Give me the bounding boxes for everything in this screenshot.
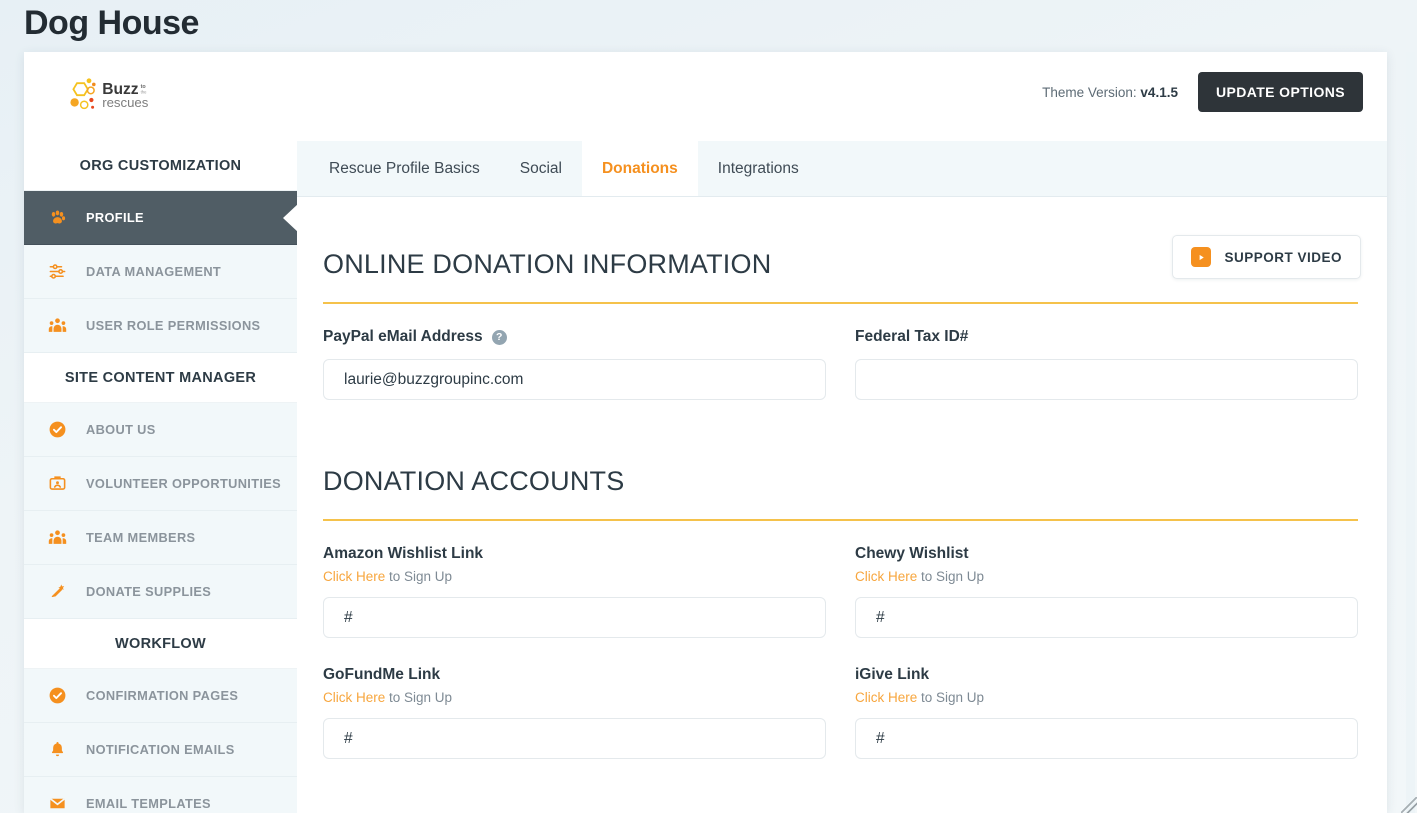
- sidebar-heading-site-content-manager: SITE CONTENT MANAGER: [24, 353, 297, 403]
- main-area: Rescue Profile Basics Social Donations I…: [297, 141, 1387, 813]
- sidebar-item-label: DATA MANAGEMENT: [86, 264, 222, 279]
- sidebar-heading-org-customization: ORG CUSTOMIZATION: [24, 141, 297, 191]
- page-scrollbar[interactable]: [1406, 52, 1415, 813]
- theme-version-label: Theme Version:: [1042, 84, 1137, 100]
- amazon-wishlist-label: Amazon Wishlist Link: [323, 545, 484, 562]
- sidebar-item-user-role-permissions[interactable]: USER ROLE PERMISSIONS: [24, 299, 297, 353]
- amazon-wishlist-input[interactable]: [323, 597, 826, 638]
- online-donation-fields: PayPal eMail Address ? Federal Tax ID#: [323, 328, 1361, 428]
- tab-integrations[interactable]: Integrations: [698, 141, 819, 196]
- paypal-email-input[interactable]: [323, 359, 826, 400]
- paypal-email-label: PayPal eMail Address: [323, 328, 483, 345]
- users-icon: [46, 528, 68, 547]
- help-icon[interactable]: ?: [491, 329, 507, 345]
- sidebar-item-label: USER ROLE PERMISSIONS: [86, 318, 261, 333]
- tab-social[interactable]: Social: [500, 141, 582, 196]
- federal-tax-id-input[interactable]: [855, 359, 1358, 400]
- play-icon: [1191, 247, 1212, 267]
- support-video-label: SUPPORT VIDEO: [1224, 249, 1342, 265]
- sidebar[interactable]: ORG CUSTOMIZATION PROFILE DATA MANAGEMEN…: [24, 141, 297, 813]
- sidebar-item-email-templates[interactable]: EMAIL TEMPLATES: [24, 777, 297, 813]
- field-label-group: Chewy Wishlist: [855, 545, 1358, 563]
- field-federal-tax-id: Federal Tax ID#: [855, 328, 1358, 400]
- check-circle-icon: [46, 420, 68, 439]
- update-options-button[interactable]: UPDATE OPTIONS: [1197, 72, 1363, 112]
- sidebar-item-label: PROFILE: [86, 210, 144, 225]
- sliders-icon: [46, 262, 68, 281]
- igive-label: iGive Link: [855, 666, 930, 683]
- gofundme-label: GoFundMe Link: [323, 666, 441, 683]
- field-chewy-wishlist: Chewy Wishlist Click Here to Sign Up: [855, 545, 1358, 638]
- users-icon: [46, 316, 68, 335]
- sidebar-item-profile[interactable]: PROFILE: [24, 191, 297, 245]
- donation-accounts-section-title: DONATION ACCOUNTS: [323, 466, 625, 496]
- signup-link[interactable]: Click Here: [323, 569, 385, 584]
- federal-tax-id-label: Federal Tax ID#: [855, 328, 969, 345]
- sidebar-item-label: CONFIRMATION PAGES: [86, 688, 239, 703]
- field-label-group: iGive Link: [855, 666, 1358, 684]
- sidebar-item-label: EMAIL TEMPLATES: [86, 796, 211, 811]
- signup-suffix: to Sign Up: [917, 569, 985, 584]
- section-divider: [323, 302, 1358, 304]
- tab-rescue-profile-basics[interactable]: Rescue Profile Basics: [309, 141, 500, 196]
- chewy-wishlist-input[interactable]: [855, 597, 1358, 638]
- sidebar-item-label: TEAM MEMBERS: [86, 530, 196, 545]
- sidebar-item-label: DONATE SUPPLIES: [86, 584, 212, 599]
- signup-suffix: to Sign Up: [385, 690, 453, 705]
- sidebar-item-label: VOLUNTEER OPPORTUNITIES: [86, 476, 282, 491]
- brand-logo[interactable]: Buzz to the rescues: [65, 74, 161, 120]
- section-divider: [323, 519, 1358, 521]
- sidebar-item-about-us[interactable]: ABOUT US: [24, 403, 297, 457]
- theme-version: Theme Version: v4.1.5: [1042, 85, 1178, 100]
- sidebar-item-donate-supplies[interactable]: DONATE SUPPLIES: [24, 565, 297, 619]
- content-panel: SUPPORT VIDEO ONLINE DONATION INFORMATIO…: [297, 197, 1387, 813]
- resize-corner[interactable]: [1401, 797, 1417, 813]
- svg-text:the: the: [141, 89, 147, 94]
- field-paypal-email: PayPal eMail Address ?: [323, 328, 826, 400]
- sidebar-heading-workflow: WORKFLOW: [24, 619, 297, 669]
- chewy-wishlist-label: Chewy Wishlist: [855, 545, 969, 562]
- theme-version-value: v4.1.5: [1140, 84, 1178, 100]
- field-label-group: Federal Tax ID#: [855, 328, 1358, 346]
- header-right-group: Theme Version: v4.1.5 UPDATE OPTIONS: [1042, 72, 1363, 112]
- sidebar-item-volunteer-opportunities[interactable]: VOLUNTEER OPPORTUNITIES: [24, 457, 297, 511]
- signup-link[interactable]: Click Here: [855, 569, 917, 584]
- signup-suffix: to Sign Up: [385, 569, 453, 584]
- field-igive: iGive Link Click Here to Sign Up: [855, 666, 1358, 759]
- check-circle-icon: [46, 686, 68, 705]
- amazon-signup-hint: Click Here to Sign Up: [323, 569, 826, 584]
- carrot-icon: [46, 582, 68, 601]
- field-amazon-wishlist: Amazon Wishlist Link Click Here to Sign …: [323, 545, 826, 638]
- field-label-group: PayPal eMail Address ?: [323, 328, 826, 346]
- sidebar-item-confirmation-pages[interactable]: CONFIRMATION PAGES: [24, 669, 297, 723]
- app-card: Buzz to the rescues Theme Version: v4.1.…: [24, 52, 1387, 813]
- support-video-button[interactable]: SUPPORT VIDEO: [1172, 235, 1361, 279]
- field-label-group: GoFundMe Link: [323, 666, 826, 684]
- signup-suffix: to Sign Up: [917, 690, 985, 705]
- svg-text:rescues: rescues: [102, 95, 149, 110]
- gofundme-signup-hint: Click Here to Sign Up: [323, 690, 826, 705]
- sidebar-item-label: ABOUT US: [86, 422, 156, 437]
- tab-donations[interactable]: Donations: [581, 141, 698, 196]
- donation-accounts-fields: Amazon Wishlist Link Click Here to Sign …: [323, 545, 1361, 787]
- chewy-signup-hint: Click Here to Sign Up: [855, 569, 1358, 584]
- tabbar: Rescue Profile Basics Social Donations I…: [297, 141, 1387, 197]
- sidebar-item-notification-emails[interactable]: NOTIFICATION EMAILS: [24, 723, 297, 777]
- igive-input[interactable]: [855, 718, 1358, 759]
- envelope-icon: [46, 794, 68, 813]
- igive-signup-hint: Click Here to Sign Up: [855, 690, 1358, 705]
- sidebar-item-label: NOTIFICATION EMAILS: [86, 742, 235, 757]
- signup-link[interactable]: Click Here: [855, 690, 917, 705]
- sidebar-item-data-management[interactable]: DATA MANAGEMENT: [24, 245, 297, 299]
- field-gofundme: GoFundMe Link Click Here to Sign Up: [323, 666, 826, 759]
- app-header: Buzz to the rescues Theme Version: v4.1.…: [24, 52, 1387, 142]
- bell-icon: [46, 740, 68, 759]
- id-badge-icon: [46, 474, 68, 493]
- paw-icon: [46, 208, 68, 227]
- sidebar-item-team-members[interactable]: TEAM MEMBERS: [24, 511, 297, 565]
- signup-link[interactable]: Click Here: [323, 690, 385, 705]
- field-label-group: Amazon Wishlist Link: [323, 545, 826, 563]
- gofundme-input[interactable]: [323, 718, 826, 759]
- page-title: Dog House: [24, 4, 199, 42]
